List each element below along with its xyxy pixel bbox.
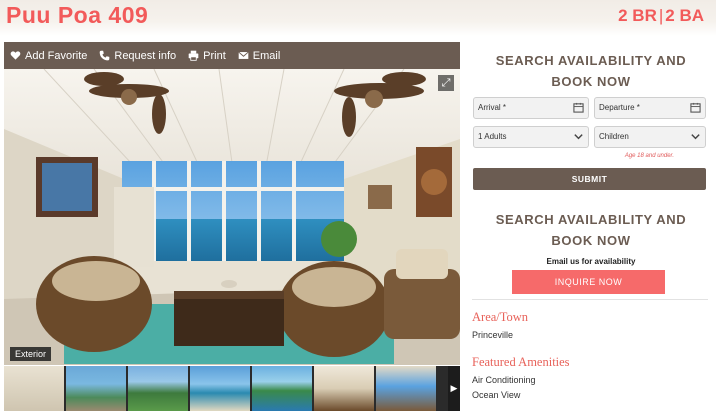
divider <box>472 299 708 300</box>
search-title-line2: BOOK NOW <box>551 74 631 89</box>
arrival-label: Arrival * <box>478 103 507 112</box>
bed-bath-summary: 2 BR | 2 BA <box>618 6 704 26</box>
amenities-title: Featured Amenities <box>472 355 570 369</box>
calendar-icon <box>690 102 701 113</box>
chevron-down-icon <box>691 134 700 140</box>
adults-select[interactable]: 1 Adults <box>473 126 589 148</box>
chevron-down-icon <box>574 134 583 140</box>
arrival-field[interactable]: Arrival * <box>473 97 589 119</box>
print-button[interactable]: Print <box>188 50 226 62</box>
listing-toolbar: Add Favorite Request info Print Email <box>4 42 460 69</box>
heart-icon <box>10 51 21 60</box>
thumbnail[interactable] <box>66 366 126 411</box>
email-availability-note: Email us for availability <box>546 257 636 266</box>
children-label: Children <box>599 132 629 141</box>
calendar-icon <box>573 102 584 113</box>
children-select[interactable]: Children <box>594 126 706 148</box>
age-note: Age 18 and under. <box>624 153 674 159</box>
inquire-heading: SEARCH AVAILABILITY AND BOOK NOW <box>466 209 716 251</box>
print-label: Print <box>203 49 226 62</box>
thumbnail[interactable] <box>190 366 250 411</box>
adults-value: 1 Adults <box>478 132 507 141</box>
request-info-label: Request info <box>114 49 177 62</box>
thumbnail[interactable] <box>128 366 188 411</box>
chevron-right-icon[interactable]: ▶ <box>448 366 460 411</box>
bedrooms-count: 2 BR <box>618 6 657 25</box>
amenity-item: Air Conditioning <box>472 375 536 385</box>
search-title-line1: SEARCH AVAILABILITY AND <box>495 53 687 68</box>
inquire-now-button[interactable]: INQUIRE NOW <box>512 270 665 294</box>
baths-count: 2 BA <box>665 6 704 25</box>
departure-field[interactable]: Departure * <box>594 97 706 119</box>
add-favorite-label: Add Favorite <box>25 49 88 62</box>
thumbnail-strip: ▶ <box>4 366 460 411</box>
living-room-image <box>4 69 460 365</box>
area-title: Area/Town <box>472 310 529 324</box>
email-button[interactable]: Email <box>238 49 281 62</box>
add-favorite-button[interactable]: Add Favorite <box>10 50 87 62</box>
booking-sidebar: SEARCH AVAILABILITY AND BOOK NOW Arrival… <box>466 42 716 419</box>
email-label: Email <box>252 49 281 62</box>
inquire-title-line1: SEARCH AVAILABILITY AND <box>495 212 687 227</box>
page-header: Puu Poa 409 2 BR | 2 BA <box>0 0 716 36</box>
photo-caption: Exterior <box>10 347 52 361</box>
submit-button[interactable]: SUBMIT <box>473 168 706 190</box>
inquire-title-line2: BOOK NOW <box>551 233 631 248</box>
search-heading: SEARCH AVAILABILITY AND BOOK NOW <box>466 50 716 92</box>
request-info-button[interactable]: Request info <box>99 50 176 62</box>
hero-photo[interactable]: ⤢ Exterior <box>4 69 460 365</box>
departure-label: Departure * <box>599 103 640 112</box>
page-title: Puu Poa 409 <box>6 2 149 28</box>
thumbnail[interactable] <box>376 366 436 411</box>
divider-icon: | <box>658 6 664 25</box>
thumbnail[interactable] <box>4 366 64 411</box>
printer-icon <box>188 50 199 61</box>
expand-icon[interactable]: ⤢ <box>438 75 454 91</box>
envelope-icon <box>238 51 249 59</box>
phone-icon <box>100 50 110 61</box>
thumbnail[interactable] <box>314 366 374 411</box>
amenity-item: Ocean View <box>472 390 521 400</box>
area-value: Princeville <box>472 330 514 340</box>
thumbnail[interactable] <box>252 366 312 411</box>
